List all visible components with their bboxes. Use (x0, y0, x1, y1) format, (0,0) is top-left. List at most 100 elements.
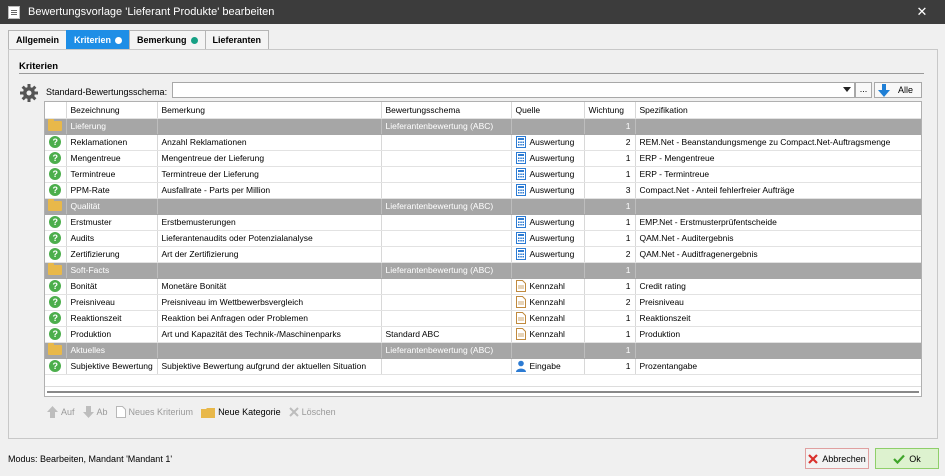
document-icon (515, 328, 526, 340)
spec-cell: QAM.Net - Auditergebnis (635, 230, 921, 247)
name-cell: Preisniveau (66, 294, 158, 311)
name-cell: Erstmuster (66, 214, 158, 231)
new-criterion-label: Neues Kriterium (128, 407, 194, 417)
tab-kriterien[interactable]: Kriterien (66, 30, 131, 49)
source-label: Auswertung (529, 137, 575, 147)
schema-label: Standard-Bewertungsschema: (46, 87, 168, 97)
row-icon-cell: ? (45, 294, 67, 311)
source-cell: Kennzahl (511, 278, 585, 295)
criterion-row[interactable]: ? Subjektive Bewertung Subjektive Bewertun… (45, 358, 921, 375)
close-icon[interactable]: ✕ (899, 0, 945, 24)
delete-icon (288, 407, 299, 417)
move-up-label: Auf (61, 407, 75, 417)
source-cell: Kennzahl (511, 294, 585, 311)
source-cell: Auswertung (511, 246, 585, 263)
ok-label: Ok (909, 453, 921, 464)
chevron-down-icon[interactable] (843, 87, 851, 92)
criterion-row[interactable]: ? Reaktionszeit Reaktion bei Anfragen oder… (45, 310, 921, 327)
tab-label: Kriterien (74, 35, 112, 45)
remark-cell: Subjektive Bewertung aufgrund der aktuel… (157, 358, 382, 375)
schema-cell (381, 310, 512, 327)
criterion-row[interactable]: ? Mengentreue Mengentreue der Lieferung Aus… (45, 150, 921, 167)
status-dot-icon (190, 36, 198, 44)
remark-cell: Preisniveau im Wettbewerbsvergleich (157, 294, 382, 311)
tab-lieferanten[interactable]: Lieferanten (204, 30, 270, 49)
column-header[interactable]: Wichtung (584, 102, 636, 119)
criterion-row[interactable]: ? PPM-Rate Ausfallrate - Parts per Million… (45, 182, 921, 199)
weight-cell: 1 (584, 326, 636, 343)
source-cell: Auswertung (511, 214, 585, 231)
criteria-grid: Bezeichnung Bemerkung Bewertungsschema Quel… (44, 101, 922, 397)
column-header[interactable]: Quelle (511, 102, 585, 119)
criterion-row[interactable]: ? Erstmuster Erstbemusterungen Auswertung 1 E… (45, 214, 921, 231)
criterion-row[interactable]: ? Zertifizierung Art der Zertifizierung Aus… (45, 246, 921, 263)
browse-button[interactable]: ... (855, 82, 872, 98)
tab-bemerkung[interactable]: Bemerkung (129, 30, 206, 49)
question-icon: ? (49, 216, 62, 228)
schema-cell: Lieferantenbewertung (ABC) (381, 262, 512, 279)
source-cell: Auswertung (511, 230, 585, 247)
row-icon-cell: ? (45, 358, 67, 375)
tab-label: Lieferanten (212, 35, 262, 45)
spec-cell (635, 118, 921, 135)
document-icon (8, 5, 20, 19)
delete-button[interactable]: Löschen (288, 407, 336, 417)
move-down-label: Ab (96, 407, 108, 417)
horizontal-scrollbar[interactable] (45, 386, 921, 396)
name-cell: Bonität (66, 278, 158, 295)
row-icon-cell: ? (45, 166, 67, 183)
source-cell: Eingabe (511, 358, 585, 375)
schema-cell: Lieferantenbewertung (ABC) (381, 118, 512, 135)
user-icon (515, 360, 526, 372)
name-cell: Produktion (66, 326, 158, 343)
row-icon-cell: ? (45, 326, 67, 343)
new-category-button[interactable]: Neue Kategorie (201, 407, 281, 418)
new-document-icon (115, 406, 126, 418)
row-icon-cell: ? (45, 278, 67, 295)
criterion-row[interactable]: ? Reklamationen Anzahl Reklamationen Auswer… (45, 134, 921, 151)
folder-icon (48, 343, 63, 356)
category-row[interactable]: Qualität Lieferantenbewertung (ABC) 1 (45, 198, 921, 215)
name-cell: Audits (66, 230, 158, 247)
remark-cell: Monetäre Bonität (157, 278, 382, 295)
spec-cell: ERP - Mengentreue (635, 150, 921, 167)
criterion-row[interactable]: ? Preisniveau Preisniveau im Wettbewerbsve… (45, 294, 921, 311)
column-header[interactable]: Spezifikation (635, 102, 921, 119)
source-cell (511, 342, 585, 359)
criterion-row[interactable]: ? Produktion Art und Kapazität des Technik… (45, 326, 921, 343)
tab-allgemein[interactable]: Allgemein (8, 30, 68, 49)
schema-select[interactable] (172, 82, 855, 98)
criteria-panel: Kriterien Standard-Bewertungsschema: ...… (8, 49, 938, 439)
column-header[interactable]: Bemerkung (157, 102, 382, 119)
column-header[interactable]: Bezeichnung (66, 102, 158, 119)
row-icon-cell: ? (45, 182, 67, 199)
row-icon-cell (45, 262, 67, 279)
cancel-button[interactable]: Abbrechen (805, 448, 869, 469)
name-cell: Reaktionszeit (66, 310, 158, 327)
move-up-button[interactable]: Auf (47, 406, 75, 418)
category-row[interactable]: Soft-Facts Lieferantenbewertung (ABC) 1 (45, 262, 921, 279)
category-row[interactable]: Lieferung Lieferantenbewertung (ABC) 1 (45, 118, 921, 135)
checkmark-icon (893, 454, 906, 464)
criterion-row[interactable]: ? Bonität Monetäre Bonität Kennzahl 1 Credit … (45, 278, 921, 295)
name-cell: Termintreue (66, 166, 158, 183)
scrollbar-thumb[interactable] (47, 391, 919, 393)
criterion-row[interactable]: ? Termintreue Termintreue der Lieferung Aus… (45, 166, 921, 183)
alle-button[interactable]: Alle (874, 82, 922, 98)
document-icon (515, 280, 526, 292)
status-dot-icon (115, 36, 123, 44)
document-icon (515, 296, 526, 308)
column-header[interactable] (45, 102, 67, 119)
spec-cell: Reaktionszeit (635, 310, 921, 327)
source-cell: Auswertung (511, 166, 585, 183)
move-down-button[interactable]: Ab (82, 406, 108, 418)
ok-button[interactable]: Ok (875, 448, 939, 469)
row-icon-cell: ? (45, 230, 67, 247)
source-label: Auswertung (529, 153, 575, 163)
new-criterion-button[interactable]: Neues Kriterium (115, 406, 194, 418)
column-header[interactable]: Bewertungsschema (381, 102, 512, 119)
criterion-row[interactable]: ? Audits Lieferantenaudits oder Potenziala… (45, 230, 921, 247)
category-row[interactable]: Aktuelles Lieferantenbewertung (ABC) 1 (45, 342, 921, 359)
source-label: Auswertung (529, 233, 575, 243)
row-icon-cell (45, 342, 67, 359)
